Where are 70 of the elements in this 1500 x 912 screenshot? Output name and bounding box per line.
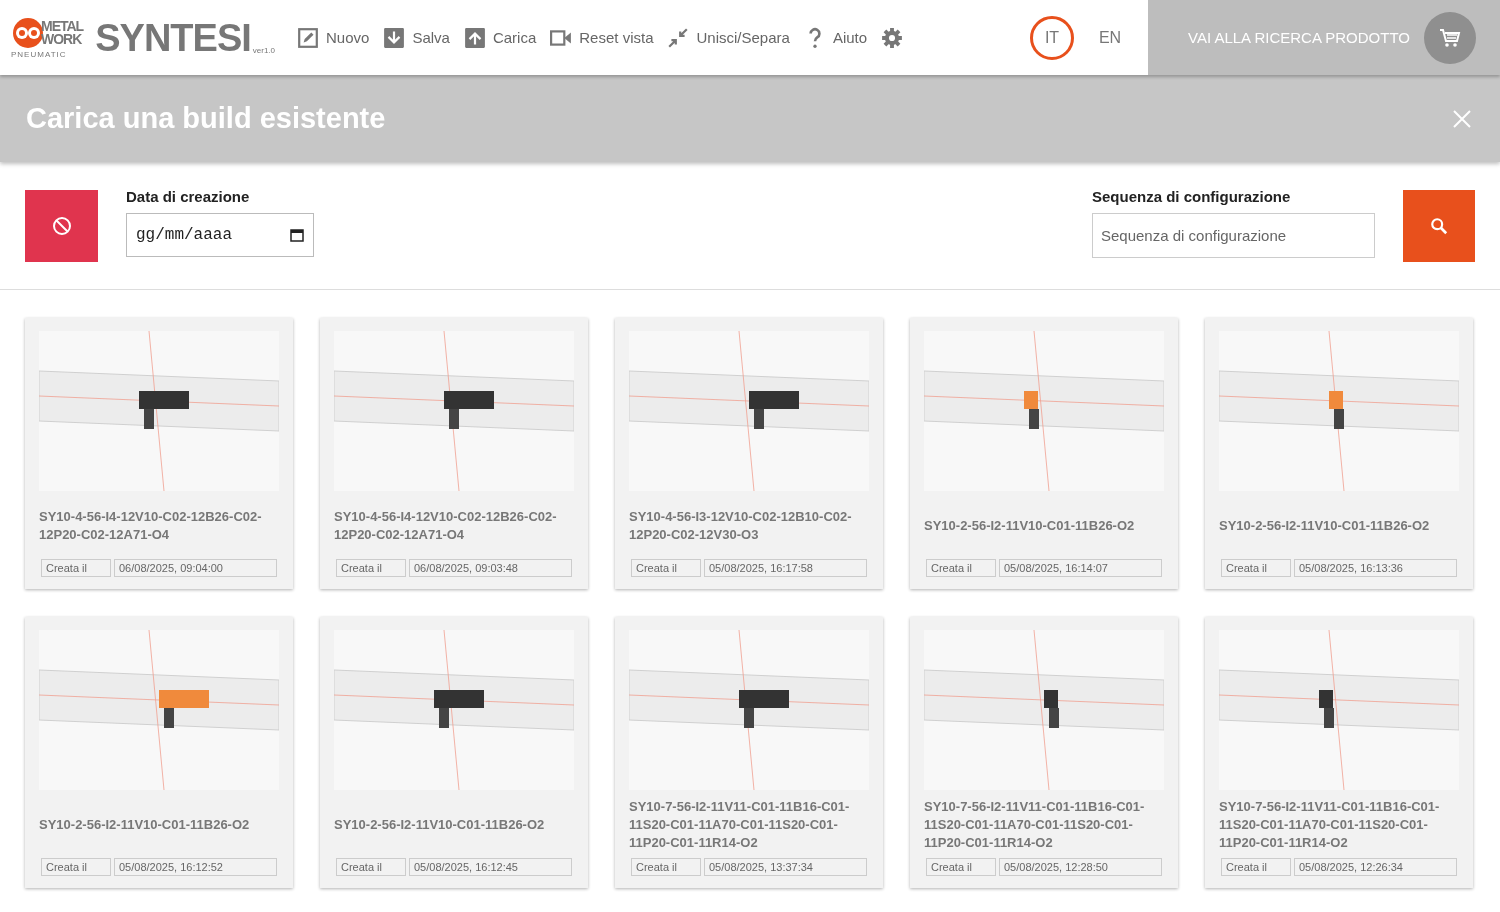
build-code: SY10-4-56-I4-12V10-C02-12B26-C02-12P20-C02-12A71-O4 [334, 508, 558, 544]
build-code: SY10-4-56-I3-12V10-C02-12B10-C02-12P20-C02-12V30-O3 [629, 508, 853, 544]
build-card[interactable]: SY10-4-56-I3-12V10-C02-12B10-C02-12P20-C02-12V30-O3 Creata il 05/08/2025, 16:17:58 [615, 318, 883, 589]
created-label: Creata il [926, 559, 996, 577]
toolbar-button[interactable]: Carica [463, 26, 537, 49]
build-code: SY10-7-56-I2-11V11-C01-11B16-C01-11S20-C01-11A70-C01-11S20-C01-11P20-C01-11R14-O2 [629, 798, 851, 852]
brand-text: WORK [41, 33, 83, 46]
build-card[interactable]: SY10-2-56-I2-11V10-C01-11B26-O2 Creata il 05/08/2025, 16:14:07 [910, 318, 1178, 589]
brand-text: METAL [41, 20, 84, 33]
toolbar-button[interactable]: Nuovo [297, 26, 370, 49]
created-date: 06/08/2025, 09:03:48 [409, 559, 572, 577]
created-date: 05/08/2025, 16:17:58 [704, 559, 867, 577]
created-date: 06/08/2025, 09:04:00 [114, 559, 277, 577]
field-label: Data di creazione [126, 188, 251, 205]
build-code: SY10-2-56-I2-11V10-C01-11B26-O2 [1219, 517, 1430, 535]
brand-subtitle: PNEUMATIC [11, 50, 67, 59]
toolbar-button[interactable]: Aiuto [803, 26, 868, 49]
field-label: Sequenza di configurazione [1092, 187, 1292, 205]
build-card[interactable]: SY10-2-56-I2-11V10-C01-11B26-O2 Creata il 05/08/2025, 16:12:45 [320, 617, 588, 888]
upload-icon [463, 26, 486, 49]
cart-button[interactable] [1424, 11, 1476, 64]
created-label: Creata il [336, 559, 406, 577]
clear-filters-button[interactable] [25, 189, 98, 262]
created-label: Creata il [41, 559, 111, 577]
build-code: SY10-7-56-I2-11V11-C01-11B16-C01-11S20-C01-11A70-C01-11S20-C01-11P20-C01-11R14-O2 [924, 798, 1146, 852]
build-card[interactable]: SY10-7-56-I2-11V11-C01-11B16-C01-11S20-C01-11A70-C01-11S20-C01-11P20-C01-11R14-O2 Creata il 05/08/2025, 12:26:34 [1205, 617, 1473, 888]
build-card[interactable]: SY10-2-56-I2-11V10-C01-11B26-O2 Creata il 05/08/2025, 16:13:36 [1205, 318, 1473, 589]
toolbar-button[interactable]: Salva [383, 26, 450, 49]
language-button[interactable]: IT [1030, 15, 1074, 60]
build-code: SY10-4-56-I4-12V10-C02-12B26-C02-12P20-C02-12A71-O4 [39, 508, 263, 544]
toolbar-button[interactable]: Reset vista [550, 26, 654, 49]
created-date: 05/08/2025, 16:12:45 [409, 858, 572, 876]
date-field[interactable]: gg/mm/aaaa [126, 213, 314, 257]
pencil-square-icon [297, 26, 320, 49]
toolbar-button[interactable]: Unisci/Separa [667, 26, 790, 49]
sequence-input[interactable]: Sequenza di configurazione [1092, 212, 1375, 258]
created-label: Creata il [631, 559, 701, 577]
build-code: SY10-7-56-I2-11V11-C01-11B16-C01-11S20-C01-11A70-C01-11S20-C01-11P20-C01-11R14-O2 [1219, 798, 1441, 852]
created-date: 05/08/2025, 12:26:34 [1294, 858, 1457, 876]
created-date: 05/08/2025, 16:14:07 [999, 559, 1162, 577]
created-label: Creata il [926, 858, 996, 876]
search-button[interactable] [1403, 189, 1475, 262]
prohibited-icon [51, 215, 72, 236]
created-label: Creata il [41, 858, 111, 876]
download-icon [383, 26, 406, 49]
created-label: Creata il [1221, 559, 1291, 577]
dialog-title: Carica una build esistente [26, 102, 386, 135]
calendar-icon [290, 228, 304, 242]
search-icon [1430, 216, 1448, 235]
build-card[interactable]: SY10-2-56-I2-11V10-C01-11B26-O2 Creata il 05/08/2025, 16:12:52 [25, 617, 293, 888]
build-card[interactable]: SY10-4-56-I4-12V10-C02-12B26-C02-12P20-C02-12A71-O4 Creata il 06/08/2025, 09:04:00 [25, 318, 293, 589]
build-code: SY10-2-56-I2-11V10-C01-11B26-O2 [39, 816, 250, 834]
created-date: 05/08/2025, 13:37:34 [704, 858, 867, 876]
language-button[interactable]: EN [1088, 15, 1132, 60]
build-card[interactable]: SY10-7-56-I2-11V11-C01-11B16-C01-11S20-C01-11A70-C01-11S20-C01-11P20-C01-11R14-O2 Creata il 05/08/2025, 12:28:50 [910, 617, 1178, 888]
version-text: ver1.0 [252, 45, 276, 55]
build-code: SY10-2-56-I2-11V10-C01-11B26-O2 [334, 816, 545, 834]
created-label: Creata il [336, 858, 406, 876]
created-label: Creata il [631, 858, 701, 876]
arrows-inward-icon [667, 26, 690, 49]
created-date: 05/08/2025, 16:12:52 [114, 858, 277, 876]
settings-button[interactable] [881, 26, 904, 49]
created-date: 05/08/2025, 16:13:36 [1294, 559, 1457, 577]
created-label: Creata il [1221, 858, 1291, 876]
created-date: 05/08/2025, 12:28:50 [999, 858, 1162, 876]
close-icon [1452, 108, 1472, 129]
build-card[interactable]: SY10-4-56-I4-12V10-C02-12B26-C02-12P20-C02-12A71-O4 Creata il 06/08/2025, 09:03:48 [320, 318, 588, 589]
build-code: SY10-2-56-I2-11V10-C01-11B26-O2 [924, 517, 1135, 535]
build-card[interactable]: SY10-7-56-I2-11V11-C01-11B16-C01-11S20-C01-11A70-C01-11S20-C01-11P20-C01-11R14-O2 Creata il 05/08/2025, 13:37:34 [615, 617, 883, 888]
product-logo-text: SYNTESI [95, 18, 251, 57]
